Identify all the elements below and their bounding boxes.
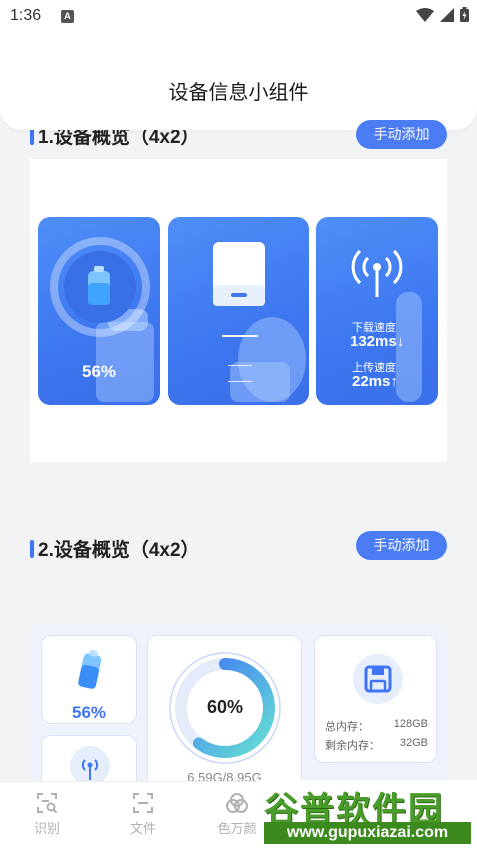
- battery-percent: 56%: [81, 362, 117, 381]
- nav-label: 色万颜: [217, 821, 257, 836]
- storage-free-label: 剩余内存：: [325, 740, 380, 752]
- memory-percent: 60%: [206, 697, 244, 717]
- watermark-url: www.gupuxiazai.com: [264, 822, 471, 844]
- nav-label: 识别: [33, 821, 60, 836]
- memory-widget-card[interactable]: [168, 217, 309, 405]
- page-title: 设备信息小组件: [168, 82, 309, 104]
- section-title-text: 2.设备概览（4x2）: [38, 540, 200, 561]
- save-disk-icon: [364, 665, 392, 693]
- add-widget-button-2[interactable]: 手动添加: [356, 531, 447, 560]
- placeholder-line: [228, 381, 252, 382]
- status-icons: [416, 7, 469, 22]
- wifi-icon: [416, 7, 434, 22]
- storage-total-value: 128GB: [393, 718, 428, 730]
- placeholder-line: [222, 335, 258, 337]
- section-title-2: 2.设备概览（4x2）: [30, 535, 200, 562]
- status-bar: 1:36 A: [0, 0, 477, 34]
- antenna-signal-icon: [81, 759, 99, 780]
- storage-card[interactable]: 总内存： 128GB 剩余内存： 32GB: [314, 635, 437, 763]
- nav-label: 文件: [129, 821, 156, 836]
- watermark-logo: 谷普软件园 www.gupuxiazai.com: [258, 780, 477, 848]
- page-header: 设备信息小组件: [0, 34, 477, 130]
- network-mini-card[interactable]: [41, 735, 137, 786]
- file-scan-icon: [133, 793, 153, 813]
- placeholder-line: [228, 365, 252, 366]
- antenna-signal-icon: [351, 249, 403, 297]
- storage-total-label: 总内存：: [325, 721, 369, 733]
- section-marker: [30, 539, 34, 558]
- status-notification-icon: A: [61, 10, 74, 23]
- upload-speed-value: 22ms↑: [352, 373, 398, 390]
- signal-icon: [440, 7, 454, 22]
- color-circles-icon: [226, 793, 248, 813]
- deco-shape: [230, 362, 290, 402]
- nav-item-recognize[interactable]: 识别: [17, 792, 77, 837]
- status-time: 1:36: [10, 7, 42, 24]
- battery-percent: 56%: [71, 703, 107, 722]
- memory-gauge-card[interactable]: 60% 6.59G/8.95G: [147, 635, 302, 785]
- add-widget-button-1[interactable]: 手动添加: [356, 120, 447, 149]
- battery-ring-icon: [50, 237, 150, 337]
- network-widget-card[interactable]: 下载速度 132ms↓ 上传速度 22ms↑: [316, 217, 438, 405]
- battery-status-icon: [460, 7, 469, 22]
- battery-mini-card[interactable]: 56%: [41, 635, 137, 724]
- phone-icon: [213, 242, 265, 306]
- battery-icon: [78, 649, 102, 689]
- battery-widget-card[interactable]: 56%: [38, 217, 160, 405]
- storage-free-value: 32GB: [399, 737, 428, 749]
- nav-item-files[interactable]: 文件: [113, 792, 173, 837]
- download-speed-value: 132ms↓: [350, 333, 405, 350]
- scan-icon: [37, 793, 58, 814]
